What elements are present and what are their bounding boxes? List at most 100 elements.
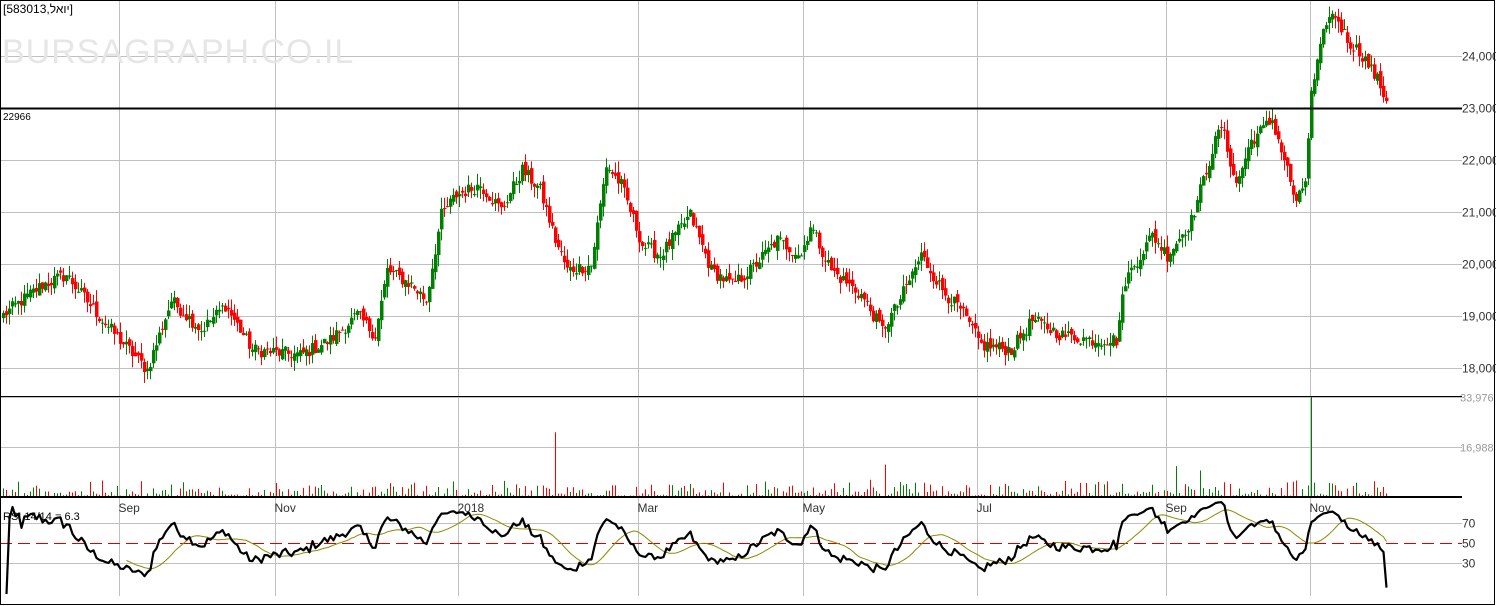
candle-body xyxy=(1328,17,1332,24)
candle-body xyxy=(1151,232,1155,238)
candle-body xyxy=(749,264,753,279)
candle-body xyxy=(572,266,576,273)
candle-body xyxy=(1322,28,1326,45)
candle-body xyxy=(422,293,426,300)
candle-body xyxy=(1079,343,1083,345)
candle-body xyxy=(317,349,321,353)
candle-body xyxy=(1016,334,1020,349)
candle-body xyxy=(1283,151,1287,161)
candle-body xyxy=(332,335,336,341)
candle-body xyxy=(743,278,747,281)
candle-body xyxy=(650,243,654,245)
candle-body xyxy=(65,275,69,281)
candle-body xyxy=(1334,16,1338,18)
candle-body xyxy=(236,316,240,323)
candle-body xyxy=(728,273,732,280)
candle-body xyxy=(812,229,816,231)
candle-body xyxy=(470,187,474,191)
candle-body xyxy=(206,319,210,328)
candle-body xyxy=(947,297,951,304)
candle-body xyxy=(791,255,795,257)
candle-body xyxy=(1217,129,1221,139)
candle-body xyxy=(308,351,312,357)
candle-body xyxy=(227,307,231,310)
candle-body xyxy=(653,239,657,259)
candle-body xyxy=(11,301,15,307)
candle-body xyxy=(1199,184,1203,203)
symbol-label: [583013,יואל] xyxy=(3,2,73,16)
candle-body xyxy=(113,325,117,334)
candle-body xyxy=(1169,253,1173,262)
candle-body xyxy=(857,295,861,298)
candle-body xyxy=(1007,347,1011,353)
candle-body xyxy=(1286,157,1290,166)
candle-body xyxy=(611,172,615,175)
candle-body xyxy=(1295,193,1299,201)
candle-body xyxy=(461,190,465,193)
candle-body xyxy=(767,247,771,253)
candle-body xyxy=(851,279,855,287)
candle-body xyxy=(668,239,672,246)
candle-body xyxy=(1049,330,1053,333)
candle-body xyxy=(380,300,384,321)
candle-body xyxy=(770,244,774,246)
candle-body xyxy=(1181,234,1185,238)
candle-body xyxy=(44,282,48,291)
candle-body xyxy=(1064,334,1068,337)
candle-body xyxy=(1025,334,1029,336)
candle-body xyxy=(761,251,765,260)
candle-body xyxy=(452,194,456,202)
candle-body xyxy=(587,265,591,275)
candle-body xyxy=(989,338,993,349)
candle-body xyxy=(1349,42,1353,49)
candle-body xyxy=(1103,344,1107,346)
candle-body xyxy=(635,210,639,231)
candle-body xyxy=(167,310,171,317)
candle-body xyxy=(665,241,669,253)
candle-body xyxy=(1019,332,1023,339)
candle-body xyxy=(509,193,513,201)
candle-body xyxy=(932,272,936,282)
rsi-tick-label: 70 xyxy=(1462,517,1476,531)
candle-body xyxy=(686,216,690,220)
candle-body xyxy=(974,322,978,329)
candle-body xyxy=(239,319,243,333)
candle-body xyxy=(1385,97,1389,102)
candle-body xyxy=(893,304,897,311)
candle-body xyxy=(695,226,699,228)
candle-body xyxy=(287,350,291,354)
candle-body xyxy=(848,279,852,284)
candle-body xyxy=(341,329,345,331)
candle-body xyxy=(473,194,477,196)
candle-body xyxy=(1241,167,1245,178)
candle-body xyxy=(830,257,834,271)
candle-body xyxy=(1256,133,1260,148)
candle-body xyxy=(383,283,387,298)
candle-body xyxy=(1289,163,1293,182)
candle-body xyxy=(500,202,504,208)
candle-body xyxy=(56,273,60,277)
candle-body xyxy=(458,193,462,197)
candle-body xyxy=(59,270,63,273)
candle-body xyxy=(878,309,882,322)
candle-body xyxy=(497,198,501,204)
candle-body xyxy=(1124,286,1128,292)
candle-body xyxy=(212,317,216,324)
rsi-label: RSI 14/14 = 6.3 xyxy=(3,511,80,523)
candle-body xyxy=(128,339,132,346)
candle-body xyxy=(683,223,687,227)
candle-body xyxy=(731,278,735,280)
candle-body xyxy=(1001,341,1005,349)
price-tick-label: 21,000 xyxy=(1462,206,1496,220)
candle-body xyxy=(605,167,609,186)
candle-body xyxy=(1304,181,1308,188)
candle-body xyxy=(1319,43,1323,64)
candle-body xyxy=(620,179,624,185)
candle-body xyxy=(326,342,330,344)
candle-body xyxy=(533,184,537,187)
candle-body xyxy=(1115,338,1119,346)
candle-body xyxy=(1220,127,1224,129)
candle-body xyxy=(1355,44,1359,48)
candle-body xyxy=(824,260,828,262)
price-tick-label: 20,000 xyxy=(1462,258,1496,272)
